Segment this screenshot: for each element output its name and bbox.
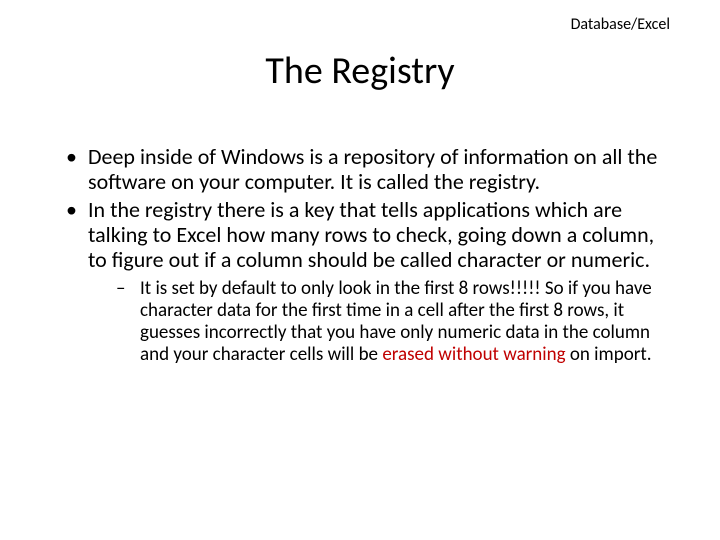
bullet-list: Deep inside of Windows is a repository o… bbox=[60, 144, 660, 366]
bullet-text: In the registry there is a key that tell… bbox=[88, 196, 654, 274]
sub-bullet-item: It is set by default to only look in the… bbox=[88, 278, 660, 365]
bullet-item: Deep inside of Windows is a repository o… bbox=[60, 144, 660, 195]
warning-text: erased without warning bbox=[382, 343, 565, 366]
bullet-text: Deep inside of Windows is a repository o… bbox=[88, 143, 657, 195]
page-title: The Registry bbox=[60, 48, 660, 94]
sub-bullet-list: It is set by default to only look in the… bbox=[88, 278, 660, 365]
slide: Database/Excel The Registry Deep inside … bbox=[0, 0, 720, 540]
body-text: Deep inside of Windows is a repository o… bbox=[60, 144, 660, 366]
top-label: Database/Excel bbox=[571, 15, 670, 34]
sub-bullet-text-post: on import. bbox=[566, 343, 652, 366]
bullet-item: In the registry there is a key that tell… bbox=[60, 197, 660, 366]
